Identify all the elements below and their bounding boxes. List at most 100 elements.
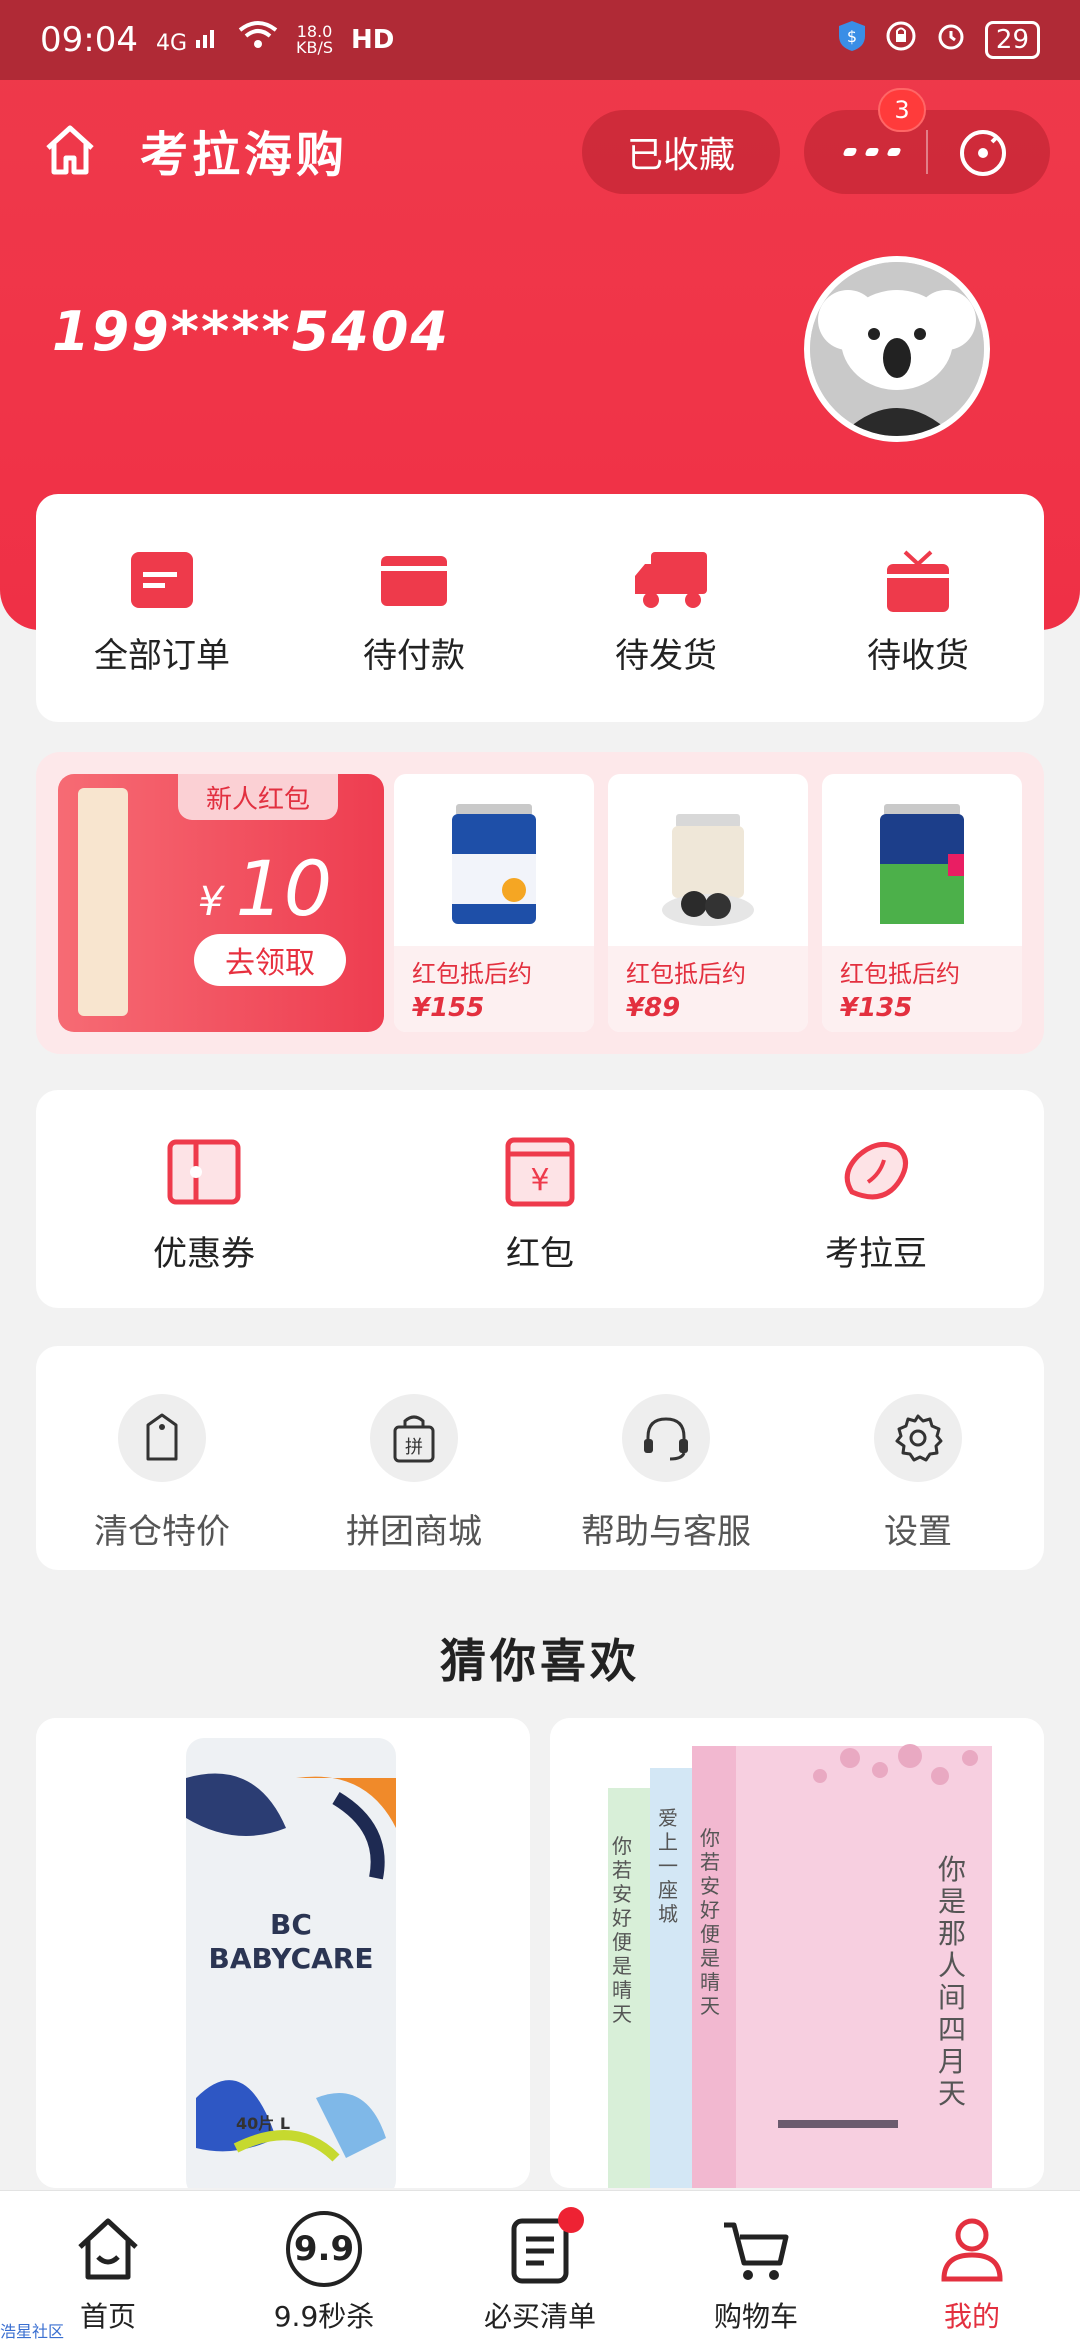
- tab-must-buy-label: 必买清单: [483, 2300, 596, 2333]
- order-all-label: 全部订单: [94, 636, 230, 676]
- diaper-brand-line2: BABYCARE: [208, 1942, 374, 1975]
- checklist-icon: [502, 2207, 584, 2287]
- service-clearance-label: 清仓特价: [94, 1512, 230, 1552]
- assets-card: 优惠券 ¥ 红包 考拉豆: [36, 1090, 1044, 1308]
- svg-text:$: $: [847, 27, 857, 46]
- order-pending-receipt[interactable]: 待收货: [818, 550, 1018, 722]
- net-speed: 18.0 KB/S: [296, 24, 333, 56]
- dried-fruit-jar-image: [648, 794, 768, 944]
- menu-badge: 3: [878, 88, 926, 132]
- redpacket-amount: ¥10: [198, 844, 332, 933]
- wifi-icon: [238, 20, 278, 61]
- promo-product-1[interactable]: 红包抵后约 ¥155: [394, 774, 594, 1032]
- asset-kaola-beans-label: 考拉豆: [825, 1234, 927, 1274]
- order-pending-receipt-label: 待收货: [867, 636, 969, 676]
- promo-product-3[interactable]: 红包抵后约 ¥135: [822, 774, 1022, 1032]
- newuser-redpacket[interactable]: 新人红包 ¥10 去领取: [58, 774, 384, 1032]
- book-title-2: 你若安好便是晴天: [612, 1834, 632, 2026]
- book-title-1: 爱上一座城: [658, 1806, 678, 1926]
- battery-indicator: 29: [984, 21, 1040, 59]
- sale-99-icon-text: 9.9: [293, 2229, 355, 2269]
- service-help[interactable]: 帮助与客服: [551, 1394, 781, 1570]
- redpacket-stripe: [78, 788, 128, 1016]
- promo-product-1-price: ¥155: [412, 993, 485, 1023]
- promo-product-2-label: 红包抵后约: [626, 960, 746, 988]
- service-settings[interactable]: 设置: [803, 1394, 1033, 1570]
- tab-cart-label: 购物车: [713, 2300, 798, 2333]
- red-envelope-icon: ¥: [502, 1134, 578, 1210]
- status-time: 09:04: [40, 20, 138, 60]
- wallet-card-icon: [381, 550, 447, 610]
- status-bar: 09:04 4G 18.0 KB/S HD $ 29: [0, 0, 1080, 80]
- promo-product-1-label: 红包抵后约: [412, 960, 532, 988]
- network-type: 4G: [155, 31, 188, 56]
- orders-card: 全部订单 待付款 待发货 待收货: [36, 494, 1044, 722]
- user-phone[interactable]: 199****5404: [52, 300, 450, 363]
- asset-redpacket[interactable]: ¥ 红包: [430, 1134, 650, 1308]
- promo-product-2-meta: 红包抵后约 ¥89: [608, 946, 808, 1032]
- tab-flash-sale[interactable]: 9.9 9.9秒杀: [224, 2211, 424, 2340]
- gear-icon: [874, 1394, 962, 1482]
- book-title-3: 你若安好便是晴天: [700, 1826, 720, 2018]
- avatar[interactable]: [804, 256, 990, 442]
- service-settings-label: 设置: [884, 1512, 952, 1552]
- service-group-buy-label: 拼团商城: [346, 1512, 482, 1552]
- app-title: 考拉海购: [140, 127, 349, 183]
- signal-icon: 4G: [156, 24, 220, 56]
- book-main-title: 你是那人间四月天: [938, 1853, 967, 2110]
- promo-product-3-price: ¥135: [840, 993, 913, 1023]
- home-outline-icon: [46, 125, 94, 175]
- tab-profile[interactable]: 我的: [872, 2211, 1072, 2340]
- price-tag-icon: [118, 1394, 206, 1482]
- shield-icon: $: [837, 19, 867, 62]
- service-clearance[interactable]: 清仓特价: [47, 1394, 277, 1570]
- truck-icon: [633, 550, 707, 610]
- tv-box-icon: [885, 550, 951, 612]
- order-pending-shipment-label: 待发货: [615, 636, 717, 676]
- services-card: 清仓特价 拼 拼团商城 帮助与客服 设置: [36, 1346, 1044, 1570]
- headset-icon: [622, 1394, 710, 1482]
- order-all[interactable]: 全部订单: [62, 550, 262, 722]
- tab-cart[interactable]: 购物车: [656, 2211, 856, 2340]
- net-speed-unit: KB/S: [296, 38, 334, 57]
- order-list-icon: [129, 550, 195, 610]
- promo-product-3-label: 红包抵后约: [840, 960, 960, 988]
- milk-powder-can-image: [434, 794, 554, 944]
- home-button[interactable]: [40, 120, 100, 180]
- bean-icon: [838, 1134, 914, 1210]
- bottom-tab-bar: 首页 9.9 9.9秒杀 必买清单 购物车 我的: [0, 2190, 1080, 2340]
- close-miniapp-icon[interactable]: [960, 130, 1006, 176]
- guess-you-like-title: 猜你喜欢: [440, 1634, 640, 1688]
- tab-flash-sale-label: 9.9秒杀: [273, 2300, 375, 2333]
- promo-product-1-meta: 红包抵后约 ¥155: [394, 946, 594, 1032]
- collected-button[interactable]: 已收藏: [582, 110, 780, 194]
- asset-coupons[interactable]: 优惠券: [94, 1134, 314, 1308]
- promo-product-3-meta: 红包抵后约 ¥135: [822, 946, 1022, 1032]
- newuser-promo-banner[interactable]: 新人红包 ¥10 去领取 红包抵后约 ¥155 红包抵后约 ¥89 红包抵后约 …: [36, 752, 1044, 1054]
- promo-product-2-price: ¥89: [626, 993, 681, 1023]
- hd-icon: HD: [351, 25, 395, 55]
- order-pending-payment[interactable]: 待付款: [314, 550, 514, 722]
- nutrilon-can-image: [862, 794, 982, 944]
- tab-must-buy[interactable]: 必买清单: [440, 2207, 640, 2340]
- asset-kaola-beans[interactable]: 考拉豆: [766, 1134, 986, 1308]
- order-pending-shipment[interactable]: 待发货: [566, 550, 766, 722]
- cart-icon: [718, 2211, 794, 2287]
- order-pending-payment-label: 待付款: [363, 636, 465, 676]
- miniapp-capsule: [804, 110, 1050, 194]
- recommend-product-books[interactable]: 你是那人间四月天 你若安好便是晴天 爱上一座城 你若安好便是晴天: [550, 1718, 1044, 2188]
- watermark: 浩星社区: [0, 2322, 65, 2340]
- redpacket-value: 10: [235, 844, 333, 933]
- asset-coupons-label: 优惠券: [153, 1234, 255, 1274]
- service-help-label: 帮助与客服: [581, 1512, 751, 1552]
- more-menu-icon[interactable]: [842, 148, 902, 156]
- group-bag-icon: 拼: [370, 1394, 458, 1482]
- lock-rotation-icon: [885, 20, 917, 61]
- promo-product-2[interactable]: 红包抵后约 ¥89: [608, 774, 808, 1032]
- recommend-product-diapers[interactable]: BC BABYCARE 40片 L: [36, 1718, 530, 2188]
- service-group-buy[interactable]: 拼 拼团商城: [299, 1394, 529, 1570]
- redpacket-currency: ¥: [198, 879, 224, 925]
- asset-redpacket-label: 红包: [506, 1234, 574, 1274]
- redpacket-tag: 新人红包: [178, 774, 338, 820]
- claim-redpacket-button[interactable]: 去领取: [194, 934, 346, 986]
